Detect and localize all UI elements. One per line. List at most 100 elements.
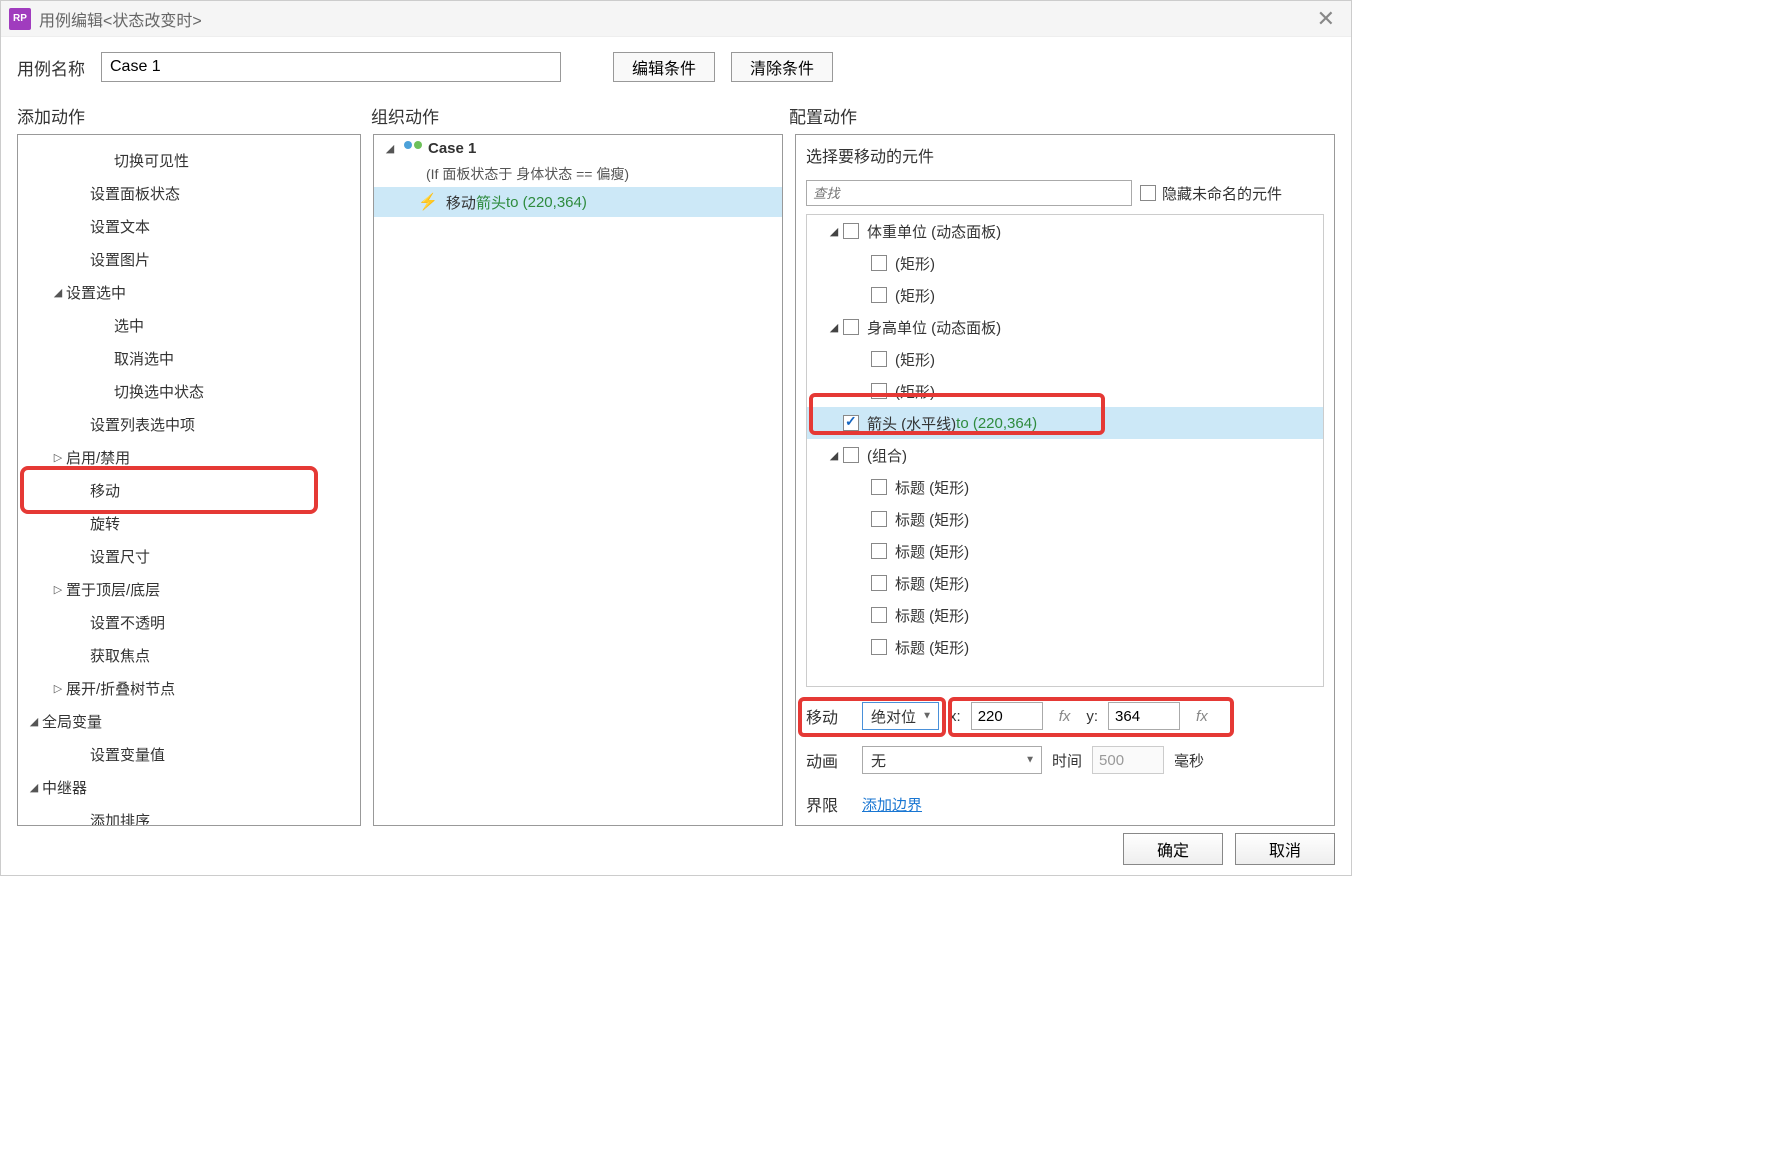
action-tree-item[interactable]: 旋转 xyxy=(18,507,360,540)
widget-checkbox[interactable] xyxy=(871,543,887,559)
widget-checkbox[interactable] xyxy=(871,511,887,527)
chevron-down-icon: ▼ xyxy=(922,711,932,722)
tree-toggle-icon[interactable] xyxy=(50,583,66,596)
action-tree-item[interactable]: 置于顶层/底层 xyxy=(18,573,360,606)
x-label: x: xyxy=(949,708,961,725)
case-row[interactable]: Case 1 xyxy=(374,135,782,161)
widget-tree-row[interactable]: 标题 (矩形) xyxy=(807,567,1323,599)
tree-toggle-icon[interactable] xyxy=(50,286,66,299)
action-tree-item[interactable]: 切换选中状态 xyxy=(18,375,360,408)
tree-toggle-icon[interactable] xyxy=(50,682,66,695)
widget-tree-row[interactable]: 箭头 (水平线) to (220,364) xyxy=(807,407,1323,439)
close-icon[interactable]: ✕ xyxy=(1309,6,1343,32)
action-tree-item[interactable]: 设置图片 xyxy=(18,243,360,276)
action-tree-item[interactable]: 设置变量值 xyxy=(18,738,360,771)
anim-label: 动画 xyxy=(806,748,852,772)
topbar: 用例名称 编辑条件 清除条件 xyxy=(1,37,1351,97)
action-tree-item[interactable]: 展开/折叠树节点 xyxy=(18,672,360,705)
action-tree-item[interactable]: 取消选中 xyxy=(18,342,360,375)
widget-label: (矩形) xyxy=(895,285,935,306)
tree-toggle-icon[interactable]: ◢ xyxy=(825,321,843,334)
action-label: 切换可见性 xyxy=(114,150,189,171)
widget-tree-row[interactable]: ◢体重单位 (动态面板) xyxy=(807,215,1323,247)
add-bounds-link[interactable]: 添加边界 xyxy=(862,794,922,815)
widget-tree[interactable]: ◢体重单位 (动态面板)(矩形)(矩形)◢身高单位 (动态面板)(矩形)(矩形)… xyxy=(806,214,1324,687)
search-input[interactable] xyxy=(806,180,1132,206)
widget-tree-row[interactable]: 标题 (矩形) xyxy=(807,631,1323,663)
x-input[interactable] xyxy=(971,702,1043,730)
cancel-button[interactable]: 取消 xyxy=(1235,833,1335,865)
action-tree-item[interactable]: 添加排序 xyxy=(18,804,360,825)
bounds-row: 界限 添加边界 xyxy=(806,787,1324,821)
y-input[interactable] xyxy=(1108,702,1180,730)
action-tree-item[interactable]: 设置面板状态 xyxy=(18,177,360,210)
expand-icon[interactable] xyxy=(382,142,398,155)
tree-toggle-icon[interactable] xyxy=(50,451,66,464)
action-prefix: 移动 xyxy=(446,192,476,213)
action-tree-item[interactable]: 移动 xyxy=(18,474,360,507)
widget-checkbox[interactable] xyxy=(843,447,859,463)
edit-condition-button[interactable]: 编辑条件 xyxy=(613,52,715,82)
widget-checkbox[interactable] xyxy=(871,255,887,271)
action-tree-item[interactable]: 全局变量 xyxy=(18,705,360,738)
anim-select[interactable]: 无 ▼ xyxy=(862,746,1042,774)
widget-checkbox[interactable] xyxy=(871,575,887,591)
content-columns: 隐藏切换可见性设置面板状态设置文本设置图片设置选中选中取消选中切换选中状态设置列… xyxy=(1,134,1351,834)
widget-checkbox[interactable] xyxy=(843,415,859,431)
widget-checkbox[interactable] xyxy=(871,639,887,655)
action-tree-item[interactable]: 获取焦点 xyxy=(18,639,360,672)
widget-tree-row[interactable]: ◢身高单位 (动态面板) xyxy=(807,311,1323,343)
action-tree[interactable]: 隐藏切换可见性设置面板状态设置文本设置图片设置选中选中取消选中切换选中状态设置列… xyxy=(18,135,360,825)
action-tree-item[interactable]: 中继器 xyxy=(18,771,360,804)
action-tree-item[interactable]: 启用/禁用 xyxy=(18,441,360,474)
widget-label: 标题 (矩形) xyxy=(895,477,969,498)
move-mode-select[interactable]: 绝对位 ▼ xyxy=(862,702,939,730)
action-tree-item[interactable]: 设置尺寸 xyxy=(18,540,360,573)
action-tree-item[interactable]: 选中 xyxy=(18,309,360,342)
widget-tree-row[interactable]: 标题 (矩形) xyxy=(807,535,1323,567)
action-tree-item[interactable]: 设置不透明 xyxy=(18,606,360,639)
bolt-icon: ⚡ xyxy=(418,192,438,212)
action-tree-item[interactable]: 隐藏 xyxy=(18,135,360,144)
widget-tree-row[interactable]: 标题 (矩形) xyxy=(807,471,1323,503)
widget-checkbox[interactable] xyxy=(871,383,887,399)
widget-tree-row[interactable]: 标题 (矩形) xyxy=(807,503,1323,535)
col-header-org: 组织动作 xyxy=(371,97,789,134)
action-target: 箭头 xyxy=(476,192,506,213)
widget-tree-row[interactable]: (矩形) xyxy=(807,343,1323,375)
widget-tree-row[interactable]: ◢(组合) xyxy=(807,439,1323,471)
widget-checkbox[interactable] xyxy=(843,223,859,239)
widget-suffix: to (220,364) xyxy=(956,415,1037,432)
widget-checkbox[interactable] xyxy=(871,607,887,623)
action-tree-item[interactable]: 设置选中 xyxy=(18,276,360,309)
tree-toggle-icon[interactable]: ◢ xyxy=(825,225,843,238)
widget-label: (矩形) xyxy=(895,253,935,274)
search-row: 隐藏未命名的元件 xyxy=(796,176,1334,210)
action-tree-item[interactable]: 切换可见性 xyxy=(18,144,360,177)
widget-label: 标题 (矩形) xyxy=(895,541,969,562)
action-tree-item[interactable]: 设置文本 xyxy=(18,210,360,243)
ok-button[interactable]: 确定 xyxy=(1123,833,1223,865)
widget-checkbox[interactable] xyxy=(871,287,887,303)
action-label: 设置变量值 xyxy=(90,744,165,765)
fx-y-button[interactable]: fx xyxy=(1190,708,1214,725)
widget-tree-row[interactable]: (矩形) xyxy=(807,375,1323,407)
anim-row: 动画 无 ▼ 时间 毫秒 xyxy=(806,743,1324,777)
widget-checkbox[interactable] xyxy=(871,479,887,495)
action-label: 设置尺寸 xyxy=(90,546,150,567)
action-tree-item[interactable]: 设置列表选中项 xyxy=(18,408,360,441)
clear-condition-button[interactable]: 清除条件 xyxy=(731,52,833,82)
widget-checkbox[interactable] xyxy=(843,319,859,335)
fx-x-button[interactable]: fx xyxy=(1053,708,1077,725)
tree-toggle-icon[interactable] xyxy=(26,781,42,794)
casename-input[interactable] xyxy=(101,52,561,82)
widget-tree-row[interactable]: (矩形) xyxy=(807,279,1323,311)
widget-checkbox[interactable] xyxy=(871,351,887,367)
action-move-row[interactable]: ⚡ 移动 箭头 to (220,364) xyxy=(374,187,782,217)
move-row: 移动 绝对位 ▼ x: fx y: fx xyxy=(806,699,1324,733)
tree-toggle-icon[interactable]: ◢ xyxy=(825,449,843,462)
widget-tree-row[interactable]: 标题 (矩形) xyxy=(807,599,1323,631)
widget-tree-row[interactable]: (矩形) xyxy=(807,247,1323,279)
hide-unnamed-checkbox[interactable] xyxy=(1140,185,1156,201)
tree-toggle-icon[interactable] xyxy=(26,715,42,728)
